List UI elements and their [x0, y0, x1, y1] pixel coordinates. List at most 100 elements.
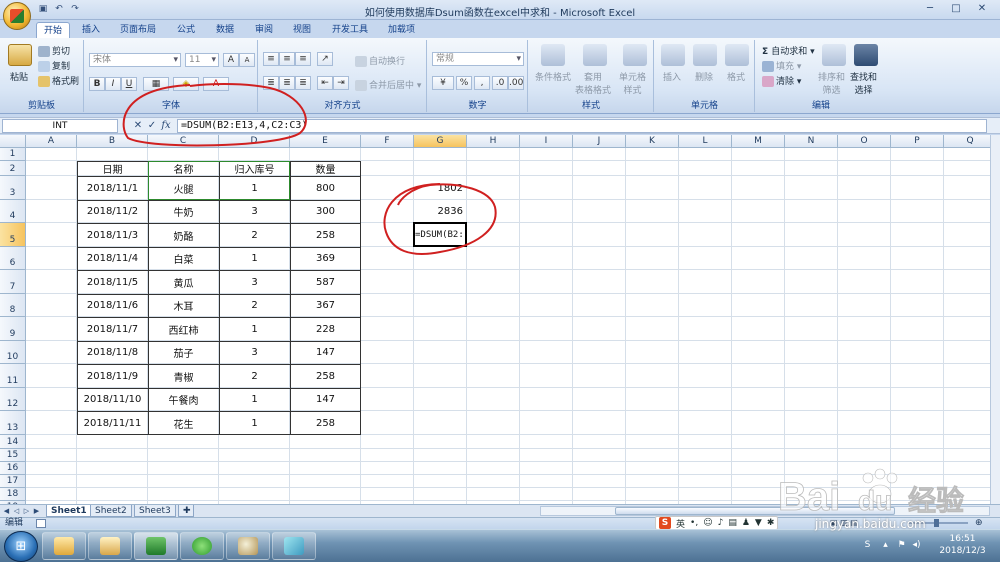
align-right-button[interactable]: ≣ [295, 76, 311, 90]
column-header-m[interactable]: M [732, 135, 785, 148]
table-cell[interactable]: 茄子 [148, 341, 219, 364]
table-cell[interactable]: 2 [219, 294, 290, 317]
office-button[interactable] [3, 2, 31, 30]
row-header-4[interactable]: 4 [0, 200, 26, 223]
row-header-15[interactable]: 15 [0, 449, 26, 462]
table-cell[interactable]: 258 [290, 223, 361, 247]
column-header-p[interactable]: P [891, 135, 944, 148]
task-folder-app[interactable] [42, 532, 86, 560]
cancel-formula-button[interactable]: ✕ [132, 120, 144, 132]
delete-cells-button[interactable]: 删除 [695, 70, 713, 83]
table-cell[interactable]: 2018/11/2 [77, 200, 148, 223]
punctuation-icon[interactable]: •, [690, 518, 698, 528]
table-cell[interactable]: 2018/11/4 [77, 247, 148, 270]
task-excel[interactable] [134, 532, 178, 560]
autosum-button[interactable]: Σ 自动求和 ▾ [762, 44, 815, 57]
tab-developer[interactable]: 开发工具 [325, 22, 375, 38]
task-wechat[interactable] [180, 532, 224, 560]
name-box[interactable]: INT [2, 119, 118, 133]
table-cell[interactable]: 369 [290, 247, 361, 270]
horizontal-scrollbar[interactable] [540, 506, 990, 516]
paste-icon[interactable] [8, 44, 32, 66]
row-header-5[interactable]: 5 [0, 223, 26, 247]
align-bottom-button[interactable]: ≡ [295, 52, 311, 66]
format-as-table-button[interactable]: 套用 表格格式 [575, 70, 611, 96]
table-cell[interactable]: 黄瓜 [148, 270, 219, 294]
row-header-13[interactable]: 13 [0, 411, 26, 435]
column-header-g[interactable]: G [414, 135, 467, 148]
paste-button[interactable]: 粘贴 [10, 70, 28, 83]
row-header-10[interactable]: 10 [0, 341, 26, 364]
number-format-combo[interactable]: 常规 [432, 52, 524, 66]
column-header-d[interactable]: D [219, 135, 290, 148]
table-cell[interactable]: 2018/11/3 [77, 223, 148, 247]
cell-styles-button[interactable]: 单元格 样式 [619, 70, 646, 96]
table-cell[interactable]: 2 [219, 223, 290, 247]
emoji-icon[interactable]: ☺ [703, 518, 712, 528]
row-header-17[interactable]: 17 [0, 475, 26, 488]
keyboard-icon[interactable]: ▤ [728, 518, 737, 528]
tools-icon[interactable]: ✱ [767, 518, 775, 528]
conditional-format-button[interactable]: 条件格式 [535, 70, 571, 83]
shrink-font-button[interactable]: A [239, 53, 255, 67]
tab-insert[interactable]: 插入 [75, 22, 107, 38]
percent-button[interactable]: % [456, 76, 472, 90]
table-header-cell[interactable]: 数量 [290, 161, 361, 176]
table-cell[interactable]: 147 [290, 388, 361, 411]
row-header-16[interactable]: 16 [0, 462, 26, 475]
italic-button[interactable]: I [105, 77, 121, 91]
row-header-14[interactable]: 14 [0, 435, 26, 449]
start-button[interactable]: ⊞ [4, 531, 38, 562]
close-button[interactable]: ✕ [970, 1, 994, 17]
table-cell[interactable]: 258 [290, 411, 361, 435]
increase-decimal-button[interactable]: .0 [492, 76, 508, 90]
select-all-corner[interactable] [0, 135, 26, 148]
row-header-11[interactable]: 11 [0, 364, 26, 388]
bold-button[interactable]: B [89, 77, 105, 91]
minimize-button[interactable]: ─ [918, 1, 942, 17]
underline-button[interactable]: U [121, 77, 137, 91]
align-middle-button[interactable]: ≡ [279, 52, 295, 66]
table-cell[interactable]: 2018/11/7 [77, 317, 148, 341]
row-header-2[interactable]: 2 [0, 161, 26, 176]
zoom-in-icon[interactable]: ⊕ [975, 518, 983, 528]
table-cell[interactable]: 2018/11/5 [77, 270, 148, 294]
table-cell[interactable]: 2018/11/11 [77, 411, 148, 435]
font-name-combo[interactable]: 宋体 [89, 53, 181, 67]
row-header-3[interactable]: 3 [0, 176, 26, 200]
task-explorer[interactable] [88, 532, 132, 560]
table-cell[interactable]: 2018/11/10 [77, 388, 148, 411]
row-header-18[interactable]: 18 [0, 488, 26, 501]
task-notes[interactable] [272, 532, 316, 560]
merge-center-button[interactable]: 合并后居中 ▾ [355, 78, 421, 91]
sort-filter-button[interactable]: 排序和 筛选 [818, 70, 845, 96]
tray-speaker-icon[interactable]: ◂) [911, 540, 922, 551]
tab-page-layout[interactable]: 页面布局 [113, 22, 163, 38]
table-cell[interactable]: 西红柿 [148, 317, 219, 341]
ime-toolbar[interactable]: S 英 •, ☺ ♪ ▤ ♟ ▼ ✱ [655, 516, 779, 530]
table-cell[interactable]: 147 [290, 341, 361, 364]
font-size-combo[interactable]: 11 [185, 53, 219, 67]
clear-button[interactable]: 清除 ▾ [762, 74, 801, 87]
next-sheet-arrow[interactable]: ▷ [22, 506, 31, 516]
column-header-o[interactable]: O [838, 135, 891, 148]
table-cell[interactable]: 牛奶 [148, 200, 219, 223]
border-button[interactable]: ▦ [143, 77, 169, 91]
decrease-decimal-button[interactable]: .00 [508, 76, 524, 90]
indent-button[interactable]: ⇤ [317, 76, 333, 90]
tab-review[interactable]: 审阅 [248, 22, 280, 38]
font-color-button[interactable]: A [203, 77, 229, 91]
zoom-slider-knob[interactable] [934, 519, 939, 527]
table-cell[interactable]: 2018/11/9 [77, 364, 148, 388]
row-header-9[interactable]: 9 [0, 317, 26, 341]
fill-color-button[interactable]: ◈ [173, 77, 199, 91]
sheet-tab-1[interactable]: Sheet1 [46, 505, 92, 517]
sheet-tab-3[interactable]: Sheet3 [134, 505, 176, 517]
copy-button[interactable]: 复制 [38, 59, 70, 72]
table-cell[interactable]: 1 [219, 247, 290, 270]
horizontal-scroll-thumb[interactable] [615, 507, 895, 515]
table-cell[interactable]: 1 [219, 388, 290, 411]
align-center-button[interactable]: ≣ [279, 76, 295, 90]
align-left-button[interactable]: ≣ [263, 76, 279, 90]
currency-button[interactable]: ¥ [432, 76, 454, 90]
